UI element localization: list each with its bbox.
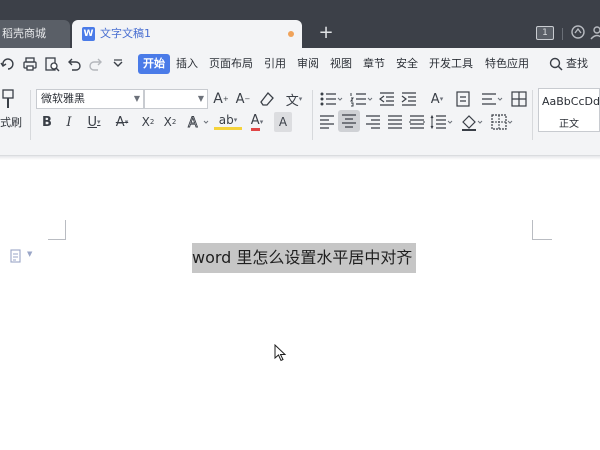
font-name-value: 微软雅黑 (41, 92, 85, 105)
align-left-icon[interactable] (318, 112, 336, 132)
text-direction-icon[interactable]: A ▾ (424, 89, 450, 109)
justify-icon[interactable] (386, 112, 404, 132)
tab-page-layout[interactable]: 页面布局 (209, 57, 253, 71)
writer-doc-icon: W (82, 27, 95, 41)
svg-text:A: A (188, 115, 198, 131)
print-icon[interactable] (22, 56, 38, 72)
highlight-color-icon[interactable]: ab ▾ (214, 112, 242, 130)
paragraph-layout-icon[interactable] (10, 249, 22, 263)
line-spacing-icon[interactable] (480, 89, 506, 109)
undo-icon[interactable] (66, 56, 82, 72)
underline-icon[interactable]: U ▾ (82, 112, 106, 132)
strikethrough-icon[interactable]: A ▾ (110, 112, 134, 132)
margin-mark-top-left (48, 220, 66, 240)
divider (312, 90, 313, 140)
search-label[interactable]: 查找 (566, 57, 588, 71)
align-center-button[interactable] (338, 110, 360, 132)
align-right-icon[interactable] (364, 112, 382, 132)
decrease-indent-icon[interactable] (378, 89, 396, 109)
tab-references[interactable]: 引用 (264, 57, 286, 71)
title-bar: 稻壳商城 W 文字文稿1 + 1 (0, 0, 600, 48)
chevron-down-icon: ▼ (197, 94, 204, 103)
bold-icon[interactable]: B (38, 112, 56, 132)
user-menu-icon[interactable] (590, 24, 600, 40)
tab-docer-mall[interactable]: 稻壳商城 (0, 20, 70, 48)
tab-security[interactable]: 安全 (396, 57, 418, 71)
margin-mark-top-right (532, 220, 552, 240)
tab-view[interactable]: 视图 (330, 57, 352, 71)
tab-special-apps[interactable]: 特色应用 (485, 57, 529, 71)
chinese-layout-icon[interactable] (454, 89, 472, 109)
grow-font-icon[interactable]: A + (212, 89, 230, 109)
menu-bar: 开始 插入 页面布局 引用 审阅 视图 章节 安全 开发工具 特色应用 查找 (0, 48, 600, 80)
clear-format-eraser-icon[interactable] (258, 89, 276, 109)
style-normal[interactable]: AaBbCcDd 正文 (538, 88, 600, 132)
chevron-down-icon: ▼ (133, 94, 140, 103)
character-shading-icon[interactable]: A (274, 112, 292, 132)
window-count-badge[interactable]: 1 (536, 26, 554, 40)
unsaved-indicator-icon (288, 31, 294, 37)
customize-toolbar-icon[interactable] (110, 56, 126, 72)
ribbon-home: 式刷 微软雅黑 ▼ ▼ A + A − 文 ▾ A ▾ B I U ▾ A ▾ … (0, 80, 600, 156)
tab-chapter[interactable]: 章节 (363, 57, 385, 71)
divider (532, 90, 533, 140)
numbered-list-icon[interactable] (348, 89, 374, 109)
borders-icon[interactable] (490, 112, 516, 132)
new-tab-button[interactable]: + (316, 22, 336, 44)
shrink-font-icon[interactable]: A − (234, 89, 252, 109)
font-color-icon[interactable]: A ▾ (244, 112, 270, 132)
distributed-align-icon[interactable] (408, 112, 426, 132)
superscript-icon[interactable]: X2 (138, 112, 158, 132)
table-insert-icon[interactable] (510, 89, 528, 109)
font-name-select[interactable]: 微软雅黑 ▼ (36, 89, 144, 109)
bullet-list-icon[interactable] (318, 89, 344, 109)
print-preview-icon[interactable] (44, 56, 60, 72)
chevron-down-icon[interactable]: ▼ (27, 250, 32, 258)
text-effect-icon[interactable]: A (186, 112, 212, 132)
redo-arrow-icon[interactable] (0, 56, 16, 72)
sync-cloud-icon[interactable] (570, 24, 586, 40)
align-center-icon (342, 114, 356, 128)
divider (562, 28, 563, 40)
search-icon[interactable] (548, 56, 564, 72)
subscript-icon[interactable]: X2 (160, 112, 180, 132)
divider (30, 90, 31, 140)
tab-developer[interactable]: 开发工具 (429, 57, 473, 71)
style-name-label: 正文 (559, 119, 579, 130)
wps-writer-window: 稻壳商城 W 文字文稿1 + 1 开始 插入 页面布局 引用 审阅 视图 章节 … (0, 0, 600, 450)
tab-review[interactable]: 审阅 (297, 57, 319, 71)
tab-label: 稻壳商城 (2, 27, 46, 40)
shading-fill-icon[interactable] (460, 112, 486, 132)
format-painter-label[interactable]: 式刷 (0, 116, 22, 130)
tab-home[interactable]: 开始 (138, 54, 170, 74)
selected-text[interactable]: word 里怎么设置水平居中对齐 (192, 243, 417, 273)
style-sample-text: AaBbCcDd (542, 95, 600, 108)
format-painter-icon[interactable] (0, 88, 16, 112)
font-size-select[interactable]: ▼ (144, 89, 208, 109)
increase-indent-icon[interactable] (400, 89, 418, 109)
tab-label: 文字文稿1 (100, 27, 151, 40)
document-page[interactable]: ▼ word 里怎么设置水平居中对齐 (0, 160, 600, 450)
italic-icon[interactable]: I (60, 112, 78, 132)
phonetic-guide-icon[interactable]: 文 ▾ (282, 89, 306, 109)
paragraph-spacing-icon[interactable] (430, 112, 456, 132)
tab-document-1[interactable]: W 文字文稿1 (72, 20, 302, 48)
tab-insert[interactable]: 插入 (176, 57, 198, 71)
redo-icon[interactable] (88, 56, 104, 72)
mouse-pointer-icon (274, 344, 287, 362)
